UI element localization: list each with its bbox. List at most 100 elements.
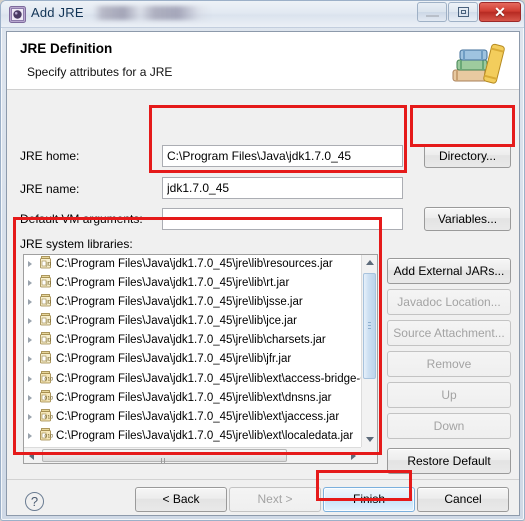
restore-default-button[interactable]: Restore Default	[387, 448, 511, 474]
svg-text:010: 010	[44, 376, 53, 382]
svg-text:JD: JD	[45, 281, 51, 287]
expand-arrow-icon[interactable]	[28, 375, 32, 382]
jar-ext-icon: 010	[39, 408, 53, 422]
variables-button[interactable]: Variables...	[424, 207, 511, 231]
jar-ext-icon: 010	[39, 389, 53, 403]
expand-arrow-icon[interactable]	[28, 356, 32, 363]
title-bar: Add JRE ✕	[1, 1, 524, 28]
jre-system-libraries-label: JRE system libraries:	[20, 237, 133, 251]
jar-jre-icon: JD	[39, 294, 53, 307]
expand-arrow-icon[interactable]	[28, 261, 32, 267]
jar-jre-icon: JD	[39, 332, 53, 345]
minimize-button[interactable]	[417, 2, 447, 22]
jar-jre-icon: JD	[39, 256, 53, 269]
library-rows-container: JD C:\Program Files\Java\jdk1.7.0_45\jre\…	[24, 255, 377, 446]
javadoc-location-button: Javadoc Location...	[387, 289, 511, 315]
window-title: Add JRE	[31, 5, 84, 20]
expand-arrow-icon[interactable]	[28, 280, 32, 287]
page-title: JRE Definition	[20, 41, 113, 56]
jar-jre-icon: JD	[39, 313, 53, 326]
expand-arrow-icon[interactable]	[28, 337, 32, 344]
cancel-button[interactable]: Cancel	[417, 487, 509, 512]
add-external-jars-button[interactable]: Add External JARs...	[387, 258, 511, 284]
library-list-item[interactable]: 010 C:\Program Files\Java\jdk1.7.0_45\jre…	[24, 408, 377, 427]
svg-text:010: 010	[44, 433, 53, 439]
scroll-up-button[interactable]	[362, 255, 377, 272]
library-list-item[interactable]: JD C:\Program Files\Java\jdk1.7.0_45\jre\…	[24, 255, 377, 274]
dialog-header-banner: JRE Definition Specify attributes for a …	[7, 32, 519, 90]
library-path-label: C:\Program Files\Java\jdk1.7.0_45\jre\li…	[56, 429, 354, 442]
library-list-item[interactable]: 010 C:\Program Files\Java\jdk1.7.0_45\jre…	[24, 427, 377, 446]
books-icon	[452, 43, 505, 84]
restore-icon	[458, 7, 469, 17]
list-vertical-scrollbar[interactable]	[361, 255, 377, 447]
expand-arrow-icon[interactable]	[28, 299, 32, 306]
library-path-label: C:\Program Files\Java\jdk1.7.0_45\jre\li…	[56, 258, 333, 270]
svg-text:JD: JD	[45, 338, 51, 344]
svg-text:JD: JD	[45, 300, 51, 306]
jre-home-label: JRE home:	[20, 149, 80, 163]
library-path-label: C:\Program Files\Java\jdk1.7.0_45\jre\li…	[56, 353, 292, 366]
library-list-item[interactable]: 010 C:\Program Files\Java\jdk1.7.0_45\jre…	[24, 389, 377, 408]
library-path-label: C:\Program Files\Java\jdk1.7.0_45\jre\li…	[56, 277, 290, 290]
close-icon: ✕	[494, 4, 506, 20]
scroll-down-button[interactable]	[362, 430, 377, 447]
blurred-title-region	[93, 6, 211, 20]
next-button: Next >	[229, 487, 321, 512]
jar-jre-icon: JD	[39, 275, 53, 288]
up-button: Up	[387, 382, 511, 408]
jre-name-input[interactable]	[162, 177, 403, 199]
jar-ext-icon: 010	[39, 370, 53, 384]
jre-system-libraries-list[interactable]: JD C:\Program Files\Java\jdk1.7.0_45\jre\…	[23, 254, 378, 464]
expand-arrow-icon[interactable]	[28, 413, 32, 420]
help-icon[interactable]: ?	[25, 492, 44, 511]
vertical-scroll-thumb[interactable]	[363, 273, 376, 379]
down-button: Down	[387, 413, 511, 439]
svg-text:JD: JD	[45, 357, 51, 363]
back-button[interactable]: < Back	[135, 487, 227, 512]
add-jre-dialog-window: Add JRE ✕ JRE Definition Specify attribu…	[0, 0, 525, 521]
h-scroll-thumb-grip	[160, 454, 169, 463]
list-horizontal-scrollbar[interactable]	[24, 447, 361, 463]
library-path-label: C:\Program Files\Java\jdk1.7.0_45\jre\li…	[56, 372, 377, 385]
restore-button[interactable]	[448, 2, 478, 22]
library-path-label: C:\Program Files\Java\jdk1.7.0_45\jre\li…	[56, 296, 303, 309]
vm-arguments-label: Default VM arguments:	[20, 212, 143, 226]
expand-arrow-icon[interactable]	[28, 432, 32, 439]
dialog-footer: ? < Back Next > Finish Cancel	[7, 480, 519, 515]
library-path-label: C:\Program Files\Java\jdk1.7.0_45\jre\li…	[56, 410, 340, 423]
directory-button[interactable]: Directory...	[424, 144, 511, 168]
scroll-left-button[interactable]	[24, 448, 40, 463]
library-list-item[interactable]: JD C:\Program Files\Java\jdk1.7.0_45\jre\…	[24, 350, 377, 369]
horizontal-scroll-thumb[interactable]	[42, 449, 287, 463]
eclipse-jre-icon	[9, 6, 26, 23]
library-list-item[interactable]: JD C:\Program Files\Java\jdk1.7.0_45\jre\…	[24, 293, 377, 312]
vm-arguments-input[interactable]	[162, 208, 403, 230]
jre-name-label: JRE name:	[20, 182, 80, 196]
library-list-item[interactable]: JD C:\Program Files\Java\jdk1.7.0_45\jre\…	[24, 312, 377, 331]
library-list-item[interactable]: JD C:\Program Files\Java\jdk1.7.0_45\jre\…	[24, 274, 377, 293]
minimize-icon	[426, 15, 439, 17]
scroll-thumb-grip	[368, 322, 371, 330]
jre-home-input[interactable]	[162, 145, 403, 167]
scrollbar-corner	[361, 447, 377, 463]
source-attachment-button: Source Attachment...	[387, 320, 511, 346]
expand-arrow-icon[interactable]	[28, 318, 32, 325]
remove-button: Remove	[387, 351, 511, 377]
close-button[interactable]: ✕	[479, 2, 521, 22]
expand-arrow-icon[interactable]	[28, 394, 32, 401]
jar-ext-icon: 010	[39, 427, 53, 441]
library-list-item[interactable]: JD C:\Program Files\Java\jdk1.7.0_45\jre\…	[24, 331, 377, 350]
dialog-client-area: JRE Definition Specify attributes for a …	[6, 31, 520, 516]
svg-text:JD: JD	[45, 262, 51, 268]
library-path-label: C:\Program Files\Java\jdk1.7.0_45\jre\li…	[56, 315, 297, 328]
svg-text:JD: JD	[45, 319, 51, 325]
library-path-label: C:\Program Files\Java\jdk1.7.0_45\jre\li…	[56, 334, 326, 347]
page-subtitle: Specify attributes for a JRE	[27, 65, 173, 79]
library-path-label: C:\Program Files\Java\jdk1.7.0_45\jre\li…	[56, 391, 332, 404]
finish-button[interactable]: Finish	[323, 487, 415, 512]
scroll-right-button[interactable]	[345, 448, 361, 463]
jar-jre-icon: JD	[39, 351, 53, 364]
library-list-item[interactable]: 010 C:\Program Files\Java\jdk1.7.0_45\jre…	[24, 370, 377, 389]
svg-text:010: 010	[44, 395, 53, 401]
